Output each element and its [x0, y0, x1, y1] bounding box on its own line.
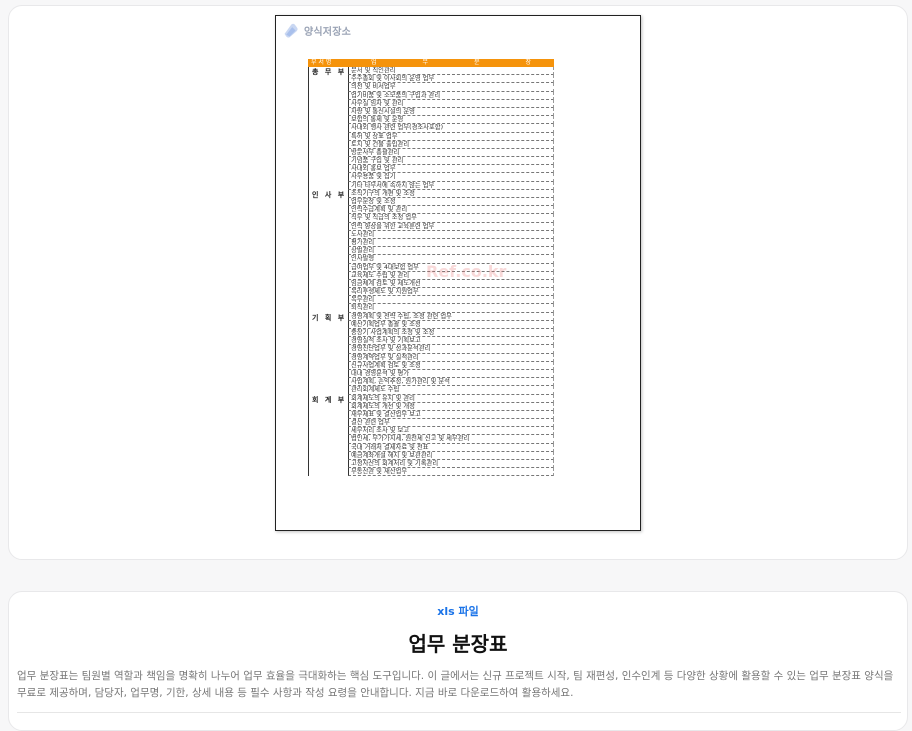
department-block: 기 획 부 경영계획 및 전략 수립, 조정 관련 업무 예산기획업무 총괄 및 조…: [308, 312, 554, 395]
task-row: 부동산관 및 재산업무: [348, 468, 554, 477]
task-row: 결산 관련 업무: [348, 419, 554, 428]
sheet-body: 총 무 부 문서 및 직인관리 주주총회 및 이사회의 운영 업무 의전 및 비서업무…: [308, 67, 554, 477]
task-row: 사내외 홍보 업무: [348, 165, 554, 174]
task-column: 회계제도의 유지 및 관리 회계제도의 개선 및 개정 재무제표 및 결산업무 보고…: [348, 394, 554, 477]
task-row: 퇴직관리: [348, 304, 554, 313]
task-row: 사업계획, 손익추정, 원가관리 및 분석: [348, 378, 554, 387]
task-row: 의전 및 비서업무: [348, 83, 554, 92]
task-row: 대내 경영분석 및 평가: [348, 369, 554, 379]
task-row: 평가관리: [348, 238, 554, 248]
document-preview[interactable]: 양식저장소 부 서 명 업 무 분 장 총 무 부 문서 및 직인관리 주주총회 및…: [275, 15, 641, 531]
department-block: 총 무 부 문서 및 직인관리 주주총회 및 이사회의 운영 업무 의전 및 비서업무…: [308, 67, 554, 190]
task-row: 사무실 임차 및 관리: [348, 99, 554, 108]
logo-text: 양식저장소: [304, 27, 351, 38]
task-row: 급여업무 및 4대보험 업무: [348, 263, 554, 272]
file-type-badge: xls 파일: [437, 605, 479, 618]
department-block: 인 사 부 조직기구의 개편 및 조정 업무분장 및 조정 인력수급계획 및 관리 직무…: [308, 189, 554, 313]
task-row: 사무용품 및 집기: [348, 173, 554, 182]
header-task-label: 업 무 분 장: [348, 59, 554, 67]
header-task-char: 장: [525, 59, 532, 66]
task-column: 문서 및 직인관리 주주총회 및 이사회의 운영 업무 의전 및 비서업무 업기비품 …: [348, 67, 554, 190]
task-row: 상벌관리: [348, 247, 554, 256]
task-row: 인사발령: [348, 255, 554, 264]
department-column: 인 사 부: [308, 189, 348, 313]
preview-card: 양식저장소 부 서 명 업 무 분 장 총 무 부 문서 및 직인관리 주주총회 및…: [8, 5, 908, 560]
task-row: 경영계약업무 및 실적관리: [348, 353, 554, 362]
task-row: 기타 타부서에 속하지 않는 업무: [348, 181, 554, 190]
task-row: 중장기 사업계획의 조정 및 조정: [348, 329, 554, 338]
department-column: 총 무 부: [308, 67, 348, 190]
department-name: 인 사 부: [312, 190, 347, 199]
task-row: 보험의 통제 및 운영: [348, 116, 554, 125]
department-name: 회 계 부: [312, 395, 347, 404]
logo-icon: [284, 23, 298, 38]
task-row: 직무 및 직급의 조정 업무: [348, 214, 554, 223]
task-row: 노사관리: [348, 230, 554, 239]
task-row: 토지 및 건물 출입관리: [348, 140, 554, 149]
task-column: 조직기구의 개편 및 조정 업무분장 및 조정 인력수급계획 및 관리 직무 및 직급…: [348, 189, 554, 313]
task-row: 예산기획업무 총괄 및 조정: [348, 320, 554, 329]
task-row: 경영실적 조사 및 기획보고: [348, 337, 554, 346]
task-row: 업기비품 및 소모품의 구입과 관리: [348, 91, 554, 100]
department-column: 회 계 부: [308, 394, 348, 477]
task-row: 주주총회 및 이사회의 운영 업무: [348, 75, 554, 84]
task-row: 경영진단업무 및 성과분석관리: [348, 345, 554, 354]
task-row: 업무분장 및 조정: [348, 198, 554, 207]
task-row: 임금체계 검토 및 제도개선: [348, 279, 554, 289]
task-row: 특허 및 상표 업무: [348, 132, 554, 141]
description: 업무 분장표는 팀원별 역할과 책임을 명확히 나누어 업무 효율을 극대화하는…: [17, 670, 894, 699]
task-row: 방문사무 총괄관리: [348, 148, 554, 158]
task-row: 회계제도의 유지 및 관리: [348, 394, 554, 403]
task-row: 인력 향상을 위한 교육훈련 업무: [348, 222, 554, 231]
task-row: 복리후생제도 및 지원업무: [348, 288, 554, 297]
department-name: 기 획 부: [312, 313, 347, 322]
task-row: 교육제도 수립 및 관리: [348, 271, 554, 280]
task-column: 경영계획 및 전략 수립, 조정 관련 업무 예산기획업무 총괄 및 조정 중장기 …: [348, 312, 554, 395]
header-task-char: 분: [473, 59, 480, 66]
info-card: xls 파일 업무 분장표 업무 분장표는 팀원별 역할과 책임을 명확히 나누…: [8, 591, 908, 731]
task-row: 세무처리 조사 및 보고: [348, 427, 554, 436]
task-row: 신규사업계획 검토 및 조정: [348, 361, 554, 370]
department-block: 회 계 부 회계제도의 유지 및 관리 회계제도의 개선 및 개정 재무제표 및 결산…: [308, 394, 554, 477]
task-row: 문서 및 직인관리: [348, 67, 554, 76]
sheet-header: 부 서 명 업 무 분 장: [308, 59, 554, 67]
task-row: 법인세, 부가가치세, 원천세 신고 및 세무관리: [348, 435, 554, 444]
department-name: 총 무 부: [312, 68, 347, 76]
task-row: 재무제표 및 결산업무 보고: [348, 410, 554, 420]
site-logo: 양식저장소: [282, 22, 351, 39]
task-row: 회계제도의 개선 및 개정: [348, 402, 554, 411]
department-column: 기 획 부: [308, 312, 348, 395]
task-row: 기념품 구입 및 관리: [348, 157, 554, 166]
task-row: 국내 거래처 결제자료 및 전표: [348, 443, 554, 452]
task-row: 예금계좌개설 해지 및 보관관리: [348, 451, 554, 460]
task-row: 경영계획 및 전략 수립, 조정 관련 업무: [348, 312, 554, 321]
divider: [17, 712, 901, 713]
task-row: 관리회계제도 수립: [348, 386, 554, 395]
header-task-char: 무: [422, 59, 429, 66]
task-row: 인력수급계획 및 관리: [348, 206, 554, 215]
task-row: 복무관리: [348, 296, 554, 305]
task-row: 고정자산의 회계처리 및 기록관리: [348, 460, 554, 469]
task-row: 사내외 행사 관련 업무(경조사포함): [348, 124, 554, 133]
header-task-char: 업: [370, 59, 377, 66]
task-row: 조직기구의 개편 및 조정: [348, 189, 554, 198]
task-sheet: 부 서 명 업 무 분 장 총 무 부 문서 및 직인관리 주주총회 및 이사회의 …: [308, 59, 554, 477]
header-dept-label: 부 서 명: [311, 59, 332, 66]
task-row: 차량 및 통신시설의 운영: [348, 107, 554, 117]
page-title: 업무 분장표: [408, 632, 508, 656]
